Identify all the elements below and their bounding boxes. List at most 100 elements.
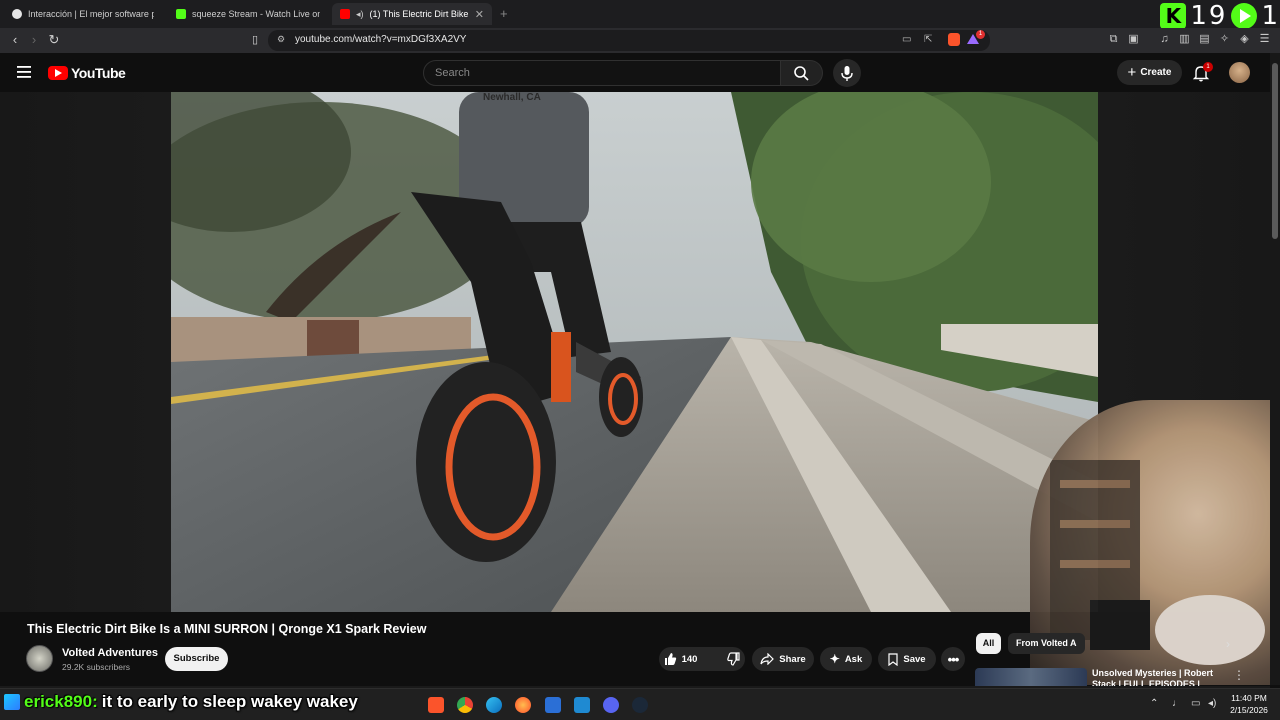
shirt-print-text: Newhall, CA — [483, 92, 541, 103]
extensions-icon[interactable]: ⧉ — [1107, 33, 1120, 46]
create-button[interactable]: + Create — [1117, 60, 1182, 85]
mic-tray-icon[interactable]: ♩ — [1172, 698, 1182, 709]
volume-icon[interactable]: ◂) — [1208, 698, 1216, 709]
create-label: Create — [1140, 67, 1172, 78]
ask-label: Ask — [844, 653, 863, 665]
video-player[interactable]: Newhall, CA — [171, 92, 1098, 612]
firefox-icon[interactable] — [515, 697, 531, 713]
save-label: Save — [903, 653, 926, 665]
share-label: Share — [779, 653, 806, 665]
ask-button[interactable]: ✦ Ask — [820, 647, 872, 671]
voice-search-button[interactable] — [833, 59, 861, 87]
vpn-icon[interactable]: ◈ — [1238, 33, 1251, 46]
page-scrollbar[interactable] — [1270, 53, 1280, 685]
notification-badge: 1 — [1203, 62, 1213, 72]
menu-icon[interactable]: ☰ — [1258, 33, 1271, 46]
clock[interactable]: 11:40 PM 2/15/2026 — [1229, 692, 1269, 716]
time-text: 11:40 PM — [1231, 693, 1267, 703]
steam-icon[interactable] — [632, 697, 648, 713]
share-page-icon[interactable]: ⇱ — [924, 34, 932, 45]
subscriber-count: 29.2K subscribers — [62, 662, 131, 672]
channel-name[interactable]: Volted Adventures — [62, 647, 158, 659]
recommendation-title[interactable]: Unsolved Mysteries | Robert Stack | FULL… — [1092, 668, 1220, 686]
browser-tab-youtube[interactable]: ◂) (1) This Electric Dirt Bike Is a MINI… — [332, 3, 492, 25]
discord-icon[interactable] — [603, 697, 619, 713]
tab-title: squeeze Stream - Watch Live on Kick — [192, 9, 320, 19]
kick-logo-icon: K — [1160, 3, 1187, 29]
thumbs-up-icon — [664, 653, 676, 665]
search-input[interactable] — [423, 60, 781, 86]
back-icon[interactable]: ‹ — [7, 32, 23, 48]
user-avatar[interactable] — [1229, 62, 1250, 83]
more-horizontal-icon: ••• — [947, 651, 960, 667]
hamburger-menu-icon[interactable] — [17, 65, 31, 83]
leo-ai-icon[interactable]: ✧ — [1218, 33, 1231, 46]
youtube-wordmark: YouTube — [71, 65, 126, 81]
screenshot-icon[interactable]: ▣ — [1127, 33, 1140, 46]
address-bar[interactable]: ⚙ youtube.com/watch?v=mxDGf3XA2VY ▭ ⇱ 1 — [268, 30, 990, 51]
music-icon[interactable]: ♫ — [1158, 33, 1171, 46]
new-tab-button[interactable]: + — [500, 6, 508, 21]
like-button[interactable]: 140 — [653, 647, 708, 671]
plus-icon: + — [1127, 64, 1137, 81]
like-count: 140 — [681, 653, 698, 665]
microphone-icon — [841, 66, 853, 81]
more-actions-button[interactable]: ••• — [941, 647, 965, 671]
browser-tab-kick[interactable]: squeeze Stream - Watch Live on Kick — [168, 3, 328, 25]
youtube-play-logo-icon — [48, 66, 68, 80]
speaker-icon: ◂) — [356, 8, 364, 19]
rewards-badge: 1 — [976, 30, 985, 39]
wallet-icon[interactable]: ▤ — [1198, 33, 1211, 46]
video-title: This Electric Dirt Bike Is a MINI SURRON… — [27, 622, 427, 636]
chip-all[interactable]: All — [976, 633, 1001, 654]
browser-tab-interaccion[interactable]: Interacción | El mejor software para p — [4, 3, 162, 25]
subscribe-button[interactable]: Subscribe — [165, 647, 228, 671]
vscode-icon[interactable] — [574, 697, 590, 713]
more-vertical-icon[interactable]: ⋮ — [1233, 668, 1245, 682]
stream-chat-overlay: erick890: it to early to sleep wakey wak… — [4, 689, 358, 715]
app-icon[interactable] — [545, 697, 561, 713]
url-text: youtube.com/watch?v=mxDGf3XA2VY — [295, 34, 467, 45]
search-button[interactable] — [781, 60, 823, 86]
brave-shield-icon[interactable] — [948, 33, 960, 46]
chat-message: it to early to sleep wakey wakey — [101, 692, 358, 711]
interaccion-favicon-icon — [12, 9, 22, 19]
reload-icon[interactable]: ↻ — [46, 32, 62, 48]
scrollbar-thumb[interactable] — [1272, 63, 1278, 239]
like-dislike-group: 140 — [659, 647, 745, 671]
share-button[interactable]: Share — [752, 647, 814, 671]
chrome-icon[interactable] — [457, 697, 473, 713]
save-button[interactable]: Save — [878, 647, 936, 671]
kick-favicon-icon — [176, 9, 186, 19]
bookmark-icon[interactable]: ▯ — [247, 32, 263, 48]
network-icon[interactable]: ▭ — [1191, 698, 1200, 709]
cast-icon[interactable]: ▭ — [902, 34, 911, 45]
youtube-header: YouTube + Create 1 — [0, 53, 1270, 92]
thumbs-down-icon — [727, 652, 741, 666]
recommendation-thumbnail[interactable] — [975, 668, 1087, 688]
youtube-favicon-icon — [340, 9, 350, 19]
channel-avatar[interactable] — [26, 645, 53, 672]
chip-from-channel[interactable]: From Volted A — [1008, 633, 1085, 654]
edge-icon[interactable] — [486, 697, 502, 713]
search-bar — [423, 60, 823, 86]
date-text: 2/15/2026 — [1230, 705, 1268, 715]
youtube-logo[interactable]: YouTube — [48, 65, 126, 81]
sparkle-icon: ✦ — [829, 652, 840, 666]
sidebar-toggle-icon[interactable]: ▥ — [1178, 33, 1191, 46]
site-info-icon[interactable]: ⚙ — [277, 34, 285, 45]
bookmark-save-icon — [888, 652, 899, 666]
chat-badge-icon — [4, 694, 20, 710]
forward-icon[interactable]: › — [26, 32, 42, 48]
video-frame-image — [171, 92, 1098, 612]
kick-stream-overlay: K 19 1 — [1160, 1, 1280, 31]
tab-title: (1) This Electric Dirt Bike Is a MINI — [369, 9, 469, 19]
dislike-button[interactable] — [717, 647, 751, 671]
browser-tab-strip: Interacción | El mejor software para p s… — [0, 0, 1280, 28]
chevron-right-icon[interactable]: › — [1220, 636, 1236, 652]
close-tab-icon[interactable]: ✕ — [475, 8, 484, 21]
tray-chevron-icon[interactable]: ⌃ — [1150, 698, 1158, 709]
search-icon — [794, 66, 809, 81]
brave-browser-icon[interactable] — [428, 697, 444, 713]
tab-title: Interacción | El mejor software para p — [28, 9, 154, 19]
